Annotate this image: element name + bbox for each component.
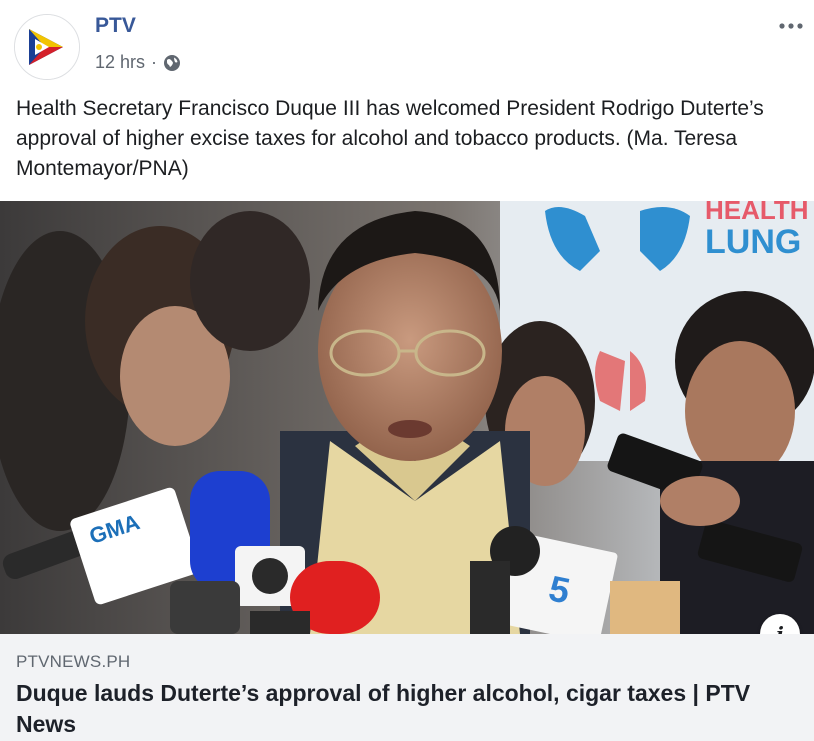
- link-preview[interactable]: PTVNEWS.PH Duque lauds Duterte’s approva…: [0, 634, 814, 741]
- ptv-logo-icon: [15, 15, 79, 79]
- post-header: PTV 12 hrs ·: [0, 0, 814, 92]
- more-options-icon[interactable]: [776, 14, 806, 38]
- post-timestamp[interactable]: 12 hrs: [95, 52, 145, 73]
- backdrop-text-lung: LUNG: [705, 223, 801, 261]
- link-title[interactable]: Duque lauds Duterte’s approval of higher…: [16, 678, 806, 740]
- globe-icon[interactable]: [163, 54, 181, 72]
- backdrop-text-health: HEALTH: [705, 201, 809, 225]
- post-photo[interactable]: HEALTH LUNG GMA 5: [0, 201, 814, 634]
- facebook-post: PTV 12 hrs · Health Secretary Francisco …: [0, 0, 814, 741]
- link-domain: PTVNEWS.PH: [16, 652, 131, 671]
- meta-separator: ·: [151, 52, 158, 72]
- post-meta: 12 hrs ·: [95, 52, 181, 73]
- page-avatar[interactable]: [14, 14, 80, 80]
- post-caption: Health Secretary Francisco Duque III has…: [16, 97, 764, 180]
- page-name-link[interactable]: PTV: [95, 14, 136, 38]
